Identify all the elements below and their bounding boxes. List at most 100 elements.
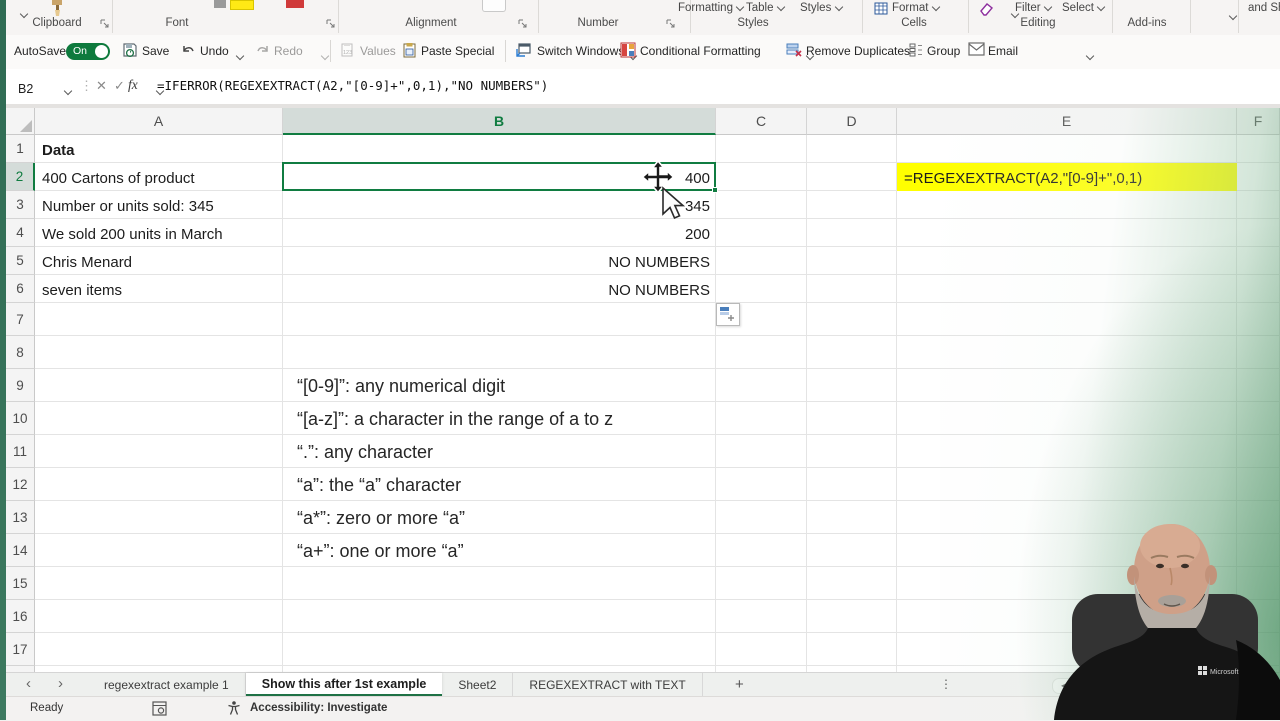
column-header-E[interactable]: E [897, 108, 1237, 135]
cell-C3[interactable] [716, 191, 807, 219]
redo-button[interactable]: Redo [274, 44, 303, 58]
cell-A7[interactable] [35, 303, 283, 336]
cell-F13[interactable] [1237, 501, 1280, 534]
column-header-D[interactable]: D [807, 108, 897, 135]
save-button[interactable]: Save [142, 44, 169, 58]
cell-E15[interactable] [897, 567, 1237, 600]
cell-E16[interactable] [897, 600, 1237, 633]
cell-C9[interactable] [716, 369, 807, 402]
row-header-14[interactable]: 14 [6, 534, 35, 567]
cell-B16[interactable] [283, 600, 716, 633]
save-icon[interactable] [122, 42, 138, 58]
undo-icon[interactable] [180, 42, 196, 58]
cell-F12[interactable] [1237, 468, 1280, 501]
cell-D15[interactable] [807, 567, 897, 600]
select-all-button[interactable] [6, 108, 35, 135]
cell-E3[interactable] [897, 191, 1237, 219]
cell-A8[interactable] [35, 336, 283, 369]
cell-D10[interactable] [807, 402, 897, 435]
row-header-12[interactable]: 12 [6, 468, 35, 501]
accessibility-icon[interactable] [226, 700, 242, 716]
font-color-swatch[interactable] [286, 0, 304, 8]
cell-D9[interactable] [807, 369, 897, 402]
cell-E13[interactable] [897, 501, 1237, 534]
undo-dropdown-chevron-icon[interactable] [236, 53, 245, 60]
cell-E14[interactable] [897, 534, 1237, 567]
cell-E9[interactable] [897, 369, 1237, 402]
cell-C17[interactable] [716, 633, 807, 666]
cell-A15[interactable] [35, 567, 283, 600]
column-header-C[interactable]: C [716, 108, 807, 135]
column-header-A[interactable]: A [35, 108, 283, 135]
paste-values-icon[interactable]: 123 [340, 42, 356, 58]
alignment-button-partial[interactable] [482, 0, 506, 12]
group-button[interactable]: Group [927, 44, 960, 58]
conditional-formatting-button[interactable]: Conditional Formatting [640, 44, 761, 58]
name-box-splitter-icon[interactable]: ⋮ [80, 78, 93, 94]
sheet-tab-4[interactable]: REGEXEXTRACT with TEXT [513, 673, 703, 697]
cell-D4[interactable] [807, 219, 897, 247]
clear-eraser-icon[interactable] [978, 2, 994, 16]
sort-filter-ribbon-button[interactable]: Filter [1015, 2, 1053, 14]
cell-D7[interactable] [807, 303, 897, 336]
share-button-partial[interactable]: and Sha [1248, 2, 1280, 14]
cell-F14[interactable] [1237, 534, 1280, 567]
cell-E8[interactable] [897, 336, 1237, 369]
macro-record-icon[interactable] [152, 701, 167, 716]
cell-D3[interactable] [807, 191, 897, 219]
cell-E17[interactable] [897, 633, 1237, 666]
switch-windows-button[interactable]: Switch Windows [537, 44, 624, 58]
paste-special-icon[interactable] [402, 42, 418, 58]
name-box-chevron-icon[interactable] [64, 88, 73, 95]
sheet-tab-3[interactable]: Sheet2 [442, 673, 514, 697]
cell-C2[interactable] [716, 163, 807, 191]
cell-A9[interactable] [35, 369, 283, 402]
cell-F8[interactable] [1237, 336, 1280, 369]
sheet-tab-2[interactable]: Show this after 1st example [245, 673, 443, 697]
cell-E1[interactable] [897, 135, 1237, 163]
row-header-7[interactable]: 7 [6, 303, 35, 336]
row-header-9[interactable]: 9 [6, 369, 35, 402]
cell-A16[interactable] [35, 600, 283, 633]
cell-C1[interactable] [716, 135, 807, 163]
cell-C16[interactable] [716, 600, 807, 633]
cell-F3[interactable] [1237, 191, 1280, 219]
cell-F2[interactable] [1237, 163, 1280, 191]
sheet-options-dots-icon[interactable]: ⋮ [940, 677, 952, 691]
paste-options-button[interactable] [716, 303, 740, 326]
cell-C15[interactable] [716, 567, 807, 600]
cancel-icon[interactable]: ✕ [96, 78, 107, 94]
cell-A17[interactable] [35, 633, 283, 666]
cell-F1[interactable] [1237, 135, 1280, 163]
row-header-8[interactable]: 8 [6, 336, 35, 369]
cell-C10[interactable] [716, 402, 807, 435]
conditional-formatting-icon[interactable] [620, 42, 636, 58]
switch-windows-icon[interactable] [515, 42, 532, 58]
cell-B7[interactable] [283, 303, 716, 336]
cell-B8[interactable] [283, 336, 716, 369]
cell-E12[interactable] [897, 468, 1237, 501]
cell-E5[interactable] [897, 247, 1237, 275]
row-header-13[interactable]: 13 [6, 501, 35, 534]
number-dialog-launcher-icon[interactable] [666, 19, 676, 29]
cell-D12[interactable] [807, 468, 897, 501]
cell-A10[interactable] [35, 402, 283, 435]
cell-C11[interactable] [716, 435, 807, 468]
cell-C8[interactable] [716, 336, 807, 369]
column-header-B[interactable]: B [283, 108, 716, 135]
cell-C13[interactable] [716, 501, 807, 534]
ribbon-overflow-chevron-icon[interactable] [1229, 13, 1238, 20]
cell-F15[interactable] [1237, 567, 1280, 600]
redo-icon[interactable] [255, 42, 271, 58]
font-dialog-launcher-icon[interactable] [326, 19, 336, 29]
row-header-10[interactable]: 10 [6, 402, 35, 435]
cell-C4[interactable] [716, 219, 807, 247]
autosave-toggle[interactable]: On [66, 43, 110, 60]
cell-F11[interactable] [1237, 435, 1280, 468]
cell-D2[interactable] [807, 163, 897, 191]
cell-E4[interactable] [897, 219, 1237, 247]
row-header-5[interactable]: 5 [6, 247, 35, 275]
cell-A14[interactable] [35, 534, 283, 567]
next-sheet-arrow-icon[interactable]: › [58, 675, 63, 692]
row-header-6[interactable]: 6 [6, 275, 35, 303]
